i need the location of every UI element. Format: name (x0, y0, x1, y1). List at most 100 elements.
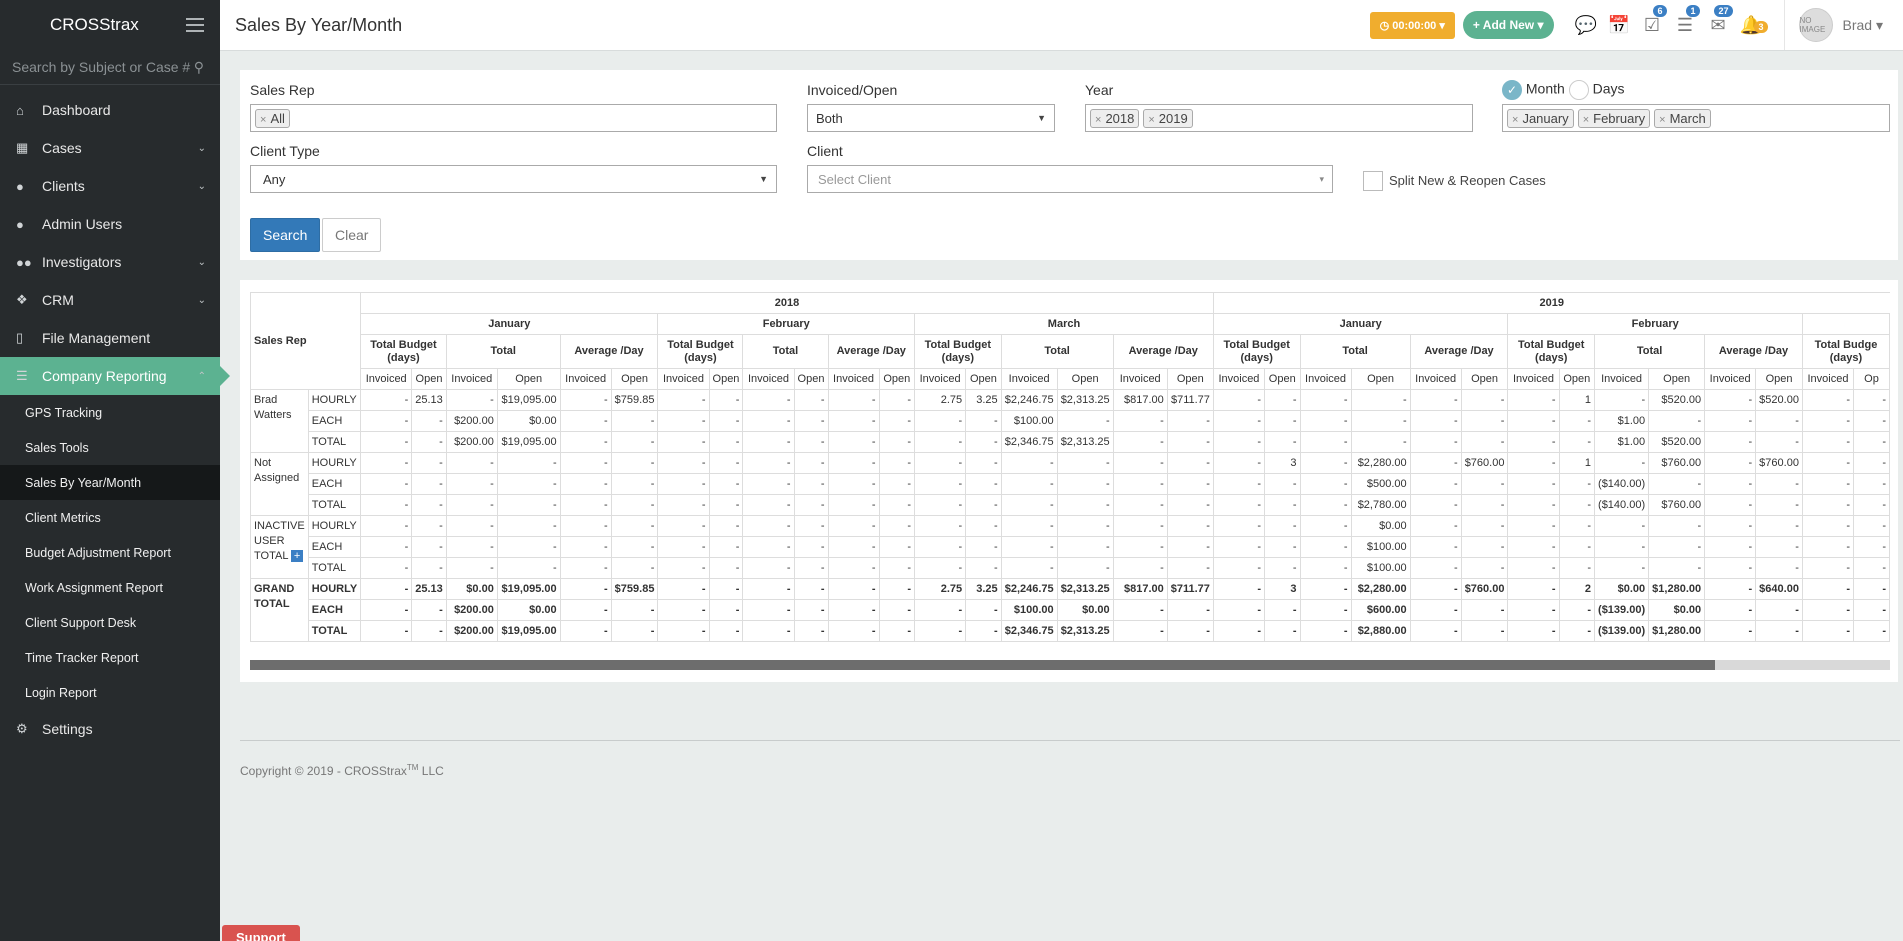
horizontal-scrollbar[interactable] (250, 660, 1890, 670)
table-cell: - (878, 557, 916, 579)
clear-button[interactable]: Clear (322, 218, 382, 252)
table-cell: - (1166, 620, 1214, 642)
days-label: Days (1592, 80, 1625, 97)
table-cell: - (411, 452, 447, 474)
add-new-button[interactable]: + Add New ▾ (1462, 11, 1554, 39)
remove-icon[interactable]: × (1659, 114, 1665, 126)
sidebar-item-admin-users[interactable]: ● Admin Users (0, 205, 220, 243)
table-cell: - (1648, 410, 1706, 432)
sidebar-item-budget-adjustment-report[interactable]: Budget Adjustment Report (0, 535, 220, 570)
menu-toggle-icon[interactable] (186, 18, 204, 32)
table-cell: - (1409, 431, 1462, 453)
month-chip[interactable]: × February (1577, 108, 1651, 128)
split-checkbox[interactable] (1363, 171, 1383, 191)
chat-icon[interactable]: 💬 (1570, 15, 1603, 36)
year-select[interactable]: × 2018 × 2019 (1085, 104, 1473, 132)
sidebar-item-dashboard[interactable]: ⌂ Dashboard (0, 91, 220, 129)
table-row: EACH - - - - - - - - - - - - - - - - - - - - - $500.00- - - - ($14… (251, 473, 1890, 495)
sidebar-item-login-report[interactable]: Login Report (0, 675, 220, 710)
brand-logo[interactable]: CROSStrax (50, 15, 139, 35)
user-menu[interactable]: NO IMAGE Brad ▾ (1783, 0, 1883, 50)
sidebar-item-work-assignment-report[interactable]: Work Assignment Report (0, 570, 220, 605)
report-panel: Sales Rep 2018 2019 January February Mar… (240, 280, 1898, 682)
table-cell: - (411, 536, 447, 558)
search-input[interactable]: Search by Subject or Case # (12, 59, 190, 75)
invoiced-open-select[interactable]: Both ▼ (807, 104, 1055, 132)
table-cell: - (1299, 557, 1352, 579)
metric-header: Total Budget (days) (360, 334, 447, 369)
table-cell: - (878, 452, 916, 474)
table-cell: - (411, 620, 447, 642)
sales-rep-name: Not Assigned (250, 452, 309, 516)
table-cell: - (360, 620, 413, 642)
table-cell: - (1648, 557, 1706, 579)
table-cell: - (708, 578, 744, 600)
sidebar-item-gps-tracking[interactable]: GPS Tracking (0, 395, 220, 430)
sidebar-item-file-management[interactable]: ▯ File Management (0, 319, 220, 357)
mail-badge: 27 (1714, 4, 1733, 17)
table-cell: - (1853, 599, 1890, 621)
table-cell: - (742, 452, 795, 474)
metric-header: Total (1299, 334, 1411, 369)
sidebar-item-clients[interactable]: ● Clients ⌄ (0, 167, 220, 205)
sidebar-item-company-reporting[interactable]: ☰ Company Reporting ⌃ (0, 357, 230, 395)
table-cell: - (708, 452, 744, 474)
table-cell: - (793, 431, 829, 453)
table-cell: - (742, 620, 795, 642)
search-icon[interactable]: ⚲ (194, 59, 204, 76)
tasks-icon[interactable]: ☑ 6 (1636, 4, 1669, 36)
sidebar-item-investigators[interactable]: ●● Investigators ⌄ (0, 243, 220, 281)
sidebar-item-cases[interactable]: ▦ Cases ⌄ (0, 129, 220, 167)
table-cell: - (793, 494, 829, 516)
bell-icon[interactable]: 🔔 3 (1735, 15, 1768, 36)
list-icon[interactable]: ☰ 1 (1669, 4, 1702, 36)
month-select[interactable]: × January × February × March (1502, 104, 1890, 132)
expand-plus-icon[interactable]: + (291, 550, 304, 563)
sidebar-item-time-tracker-report[interactable]: Time Tracker Report (0, 640, 220, 675)
report-table-wrap[interactable]: Sales Rep 2018 2019 January February Mar… (250, 292, 1890, 660)
sidebar-item-sales-by-year-month[interactable]: Sales By Year/Month (0, 465, 220, 500)
month-chip[interactable]: × March (1654, 108, 1711, 128)
month-radio[interactable]: ✓ (1502, 80, 1522, 100)
sales-rep-chip[interactable]: × All (255, 108, 290, 128)
table-cell: - (610, 536, 659, 558)
sidebar-item-crm[interactable]: ❖ CRM ⌄ (0, 281, 220, 319)
table-cell: - (610, 599, 659, 621)
sales-rep-select[interactable]: × All (250, 104, 777, 132)
remove-icon[interactable]: × (1095, 114, 1101, 126)
support-button[interactable]: Support (222, 925, 300, 941)
sidebar-item-sales-tools[interactable]: Sales Tools (0, 430, 220, 465)
footer-divider (240, 740, 1900, 741)
year-chip[interactable]: × 2019 (1143, 108, 1193, 128)
remove-icon[interactable]: × (260, 114, 266, 126)
year-chip[interactable]: × 2018 (1090, 108, 1140, 128)
search-button[interactable]: Search (250, 218, 321, 252)
sidebar-item-client-support-desk[interactable]: Client Support Desk (0, 605, 220, 640)
table-cell: - (360, 452, 413, 474)
mail-icon[interactable]: ✉ 27 (1702, 4, 1735, 36)
table-cell: $0.00 (1648, 599, 1706, 621)
timer-button[interactable]: ◷ 00:00:00 ▾ (1369, 11, 1455, 39)
table-cell: - (1648, 473, 1706, 495)
client-select[interactable]: Select Client ▾ (807, 165, 1333, 193)
table-cell: - (1299, 389, 1352, 411)
calendar-icon[interactable]: 📅 (1603, 15, 1636, 36)
table-cell: 1 (1558, 452, 1596, 474)
month-chip[interactable]: × January (1507, 108, 1574, 128)
remove-icon[interactable]: × (1512, 114, 1518, 126)
remove-icon[interactable]: × (1583, 114, 1589, 126)
sidebar-search[interactable]: Search by Subject or Case # ⚲ (0, 50, 220, 85)
scrollbar-thumb[interactable] (250, 660, 1715, 670)
remove-icon[interactable]: × (1148, 114, 1154, 126)
grid-icon: ▦ (16, 140, 29, 155)
table-row: TOTAL - - - - - - - - - - - - - - - - - - - - - $100.00- - - - - - -… (251, 557, 1890, 579)
table-cell: $200.00 (445, 620, 498, 642)
table-cell: - (360, 599, 413, 621)
table-cell: - (496, 536, 561, 558)
client-type-select[interactable]: Any ▼ (250, 165, 777, 193)
table-cell: - (1409, 536, 1462, 558)
table-cell: $759.85 (610, 389, 659, 411)
days-radio[interactable] (1568, 80, 1589, 100)
sidebar-item-settings[interactable]: ⚙ Settings (0, 710, 220, 748)
sidebar-item-client-metrics[interactable]: Client Metrics (0, 500, 220, 535)
